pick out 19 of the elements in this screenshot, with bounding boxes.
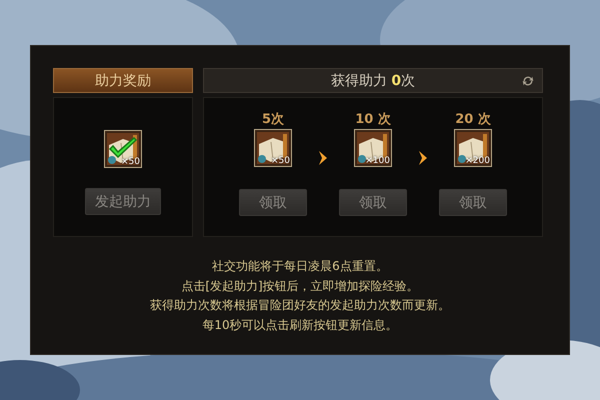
info-text: 获得助力次数将根据冒险团好友的发起助力次数而更新。	[150, 297, 450, 314]
book-icon	[355, 130, 391, 166]
section-title: 获得助力 0次	[330, 72, 416, 90]
info-text: 点击[发起助力]按钮后，立即增加探险经验。	[181, 278, 419, 294]
info-text: 每10秒可以点击刷新按钮更新信息。	[202, 316, 398, 334]
info-text: 社交功能将于每日凌晨6点重置。	[212, 258, 388, 275]
item-quantity: ×200	[465, 156, 490, 166]
item-quantity: ×100	[365, 156, 390, 166]
item-quantity: ×50	[121, 157, 140, 167]
chevron-icon	[318, 151, 328, 165]
section-header: 助力奖励	[53, 68, 193, 93]
threshold-label: 10 次	[355, 111, 391, 129]
book-icon	[255, 130, 291, 166]
item-quantity: ×50	[271, 156, 290, 166]
chevron-icon	[418, 151, 428, 165]
threshold-label: 20 次	[455, 111, 491, 129]
book-icon	[455, 130, 491, 166]
threshold-label: 5次	[262, 111, 284, 129]
refresh-icon[interactable]	[521, 74, 535, 88]
